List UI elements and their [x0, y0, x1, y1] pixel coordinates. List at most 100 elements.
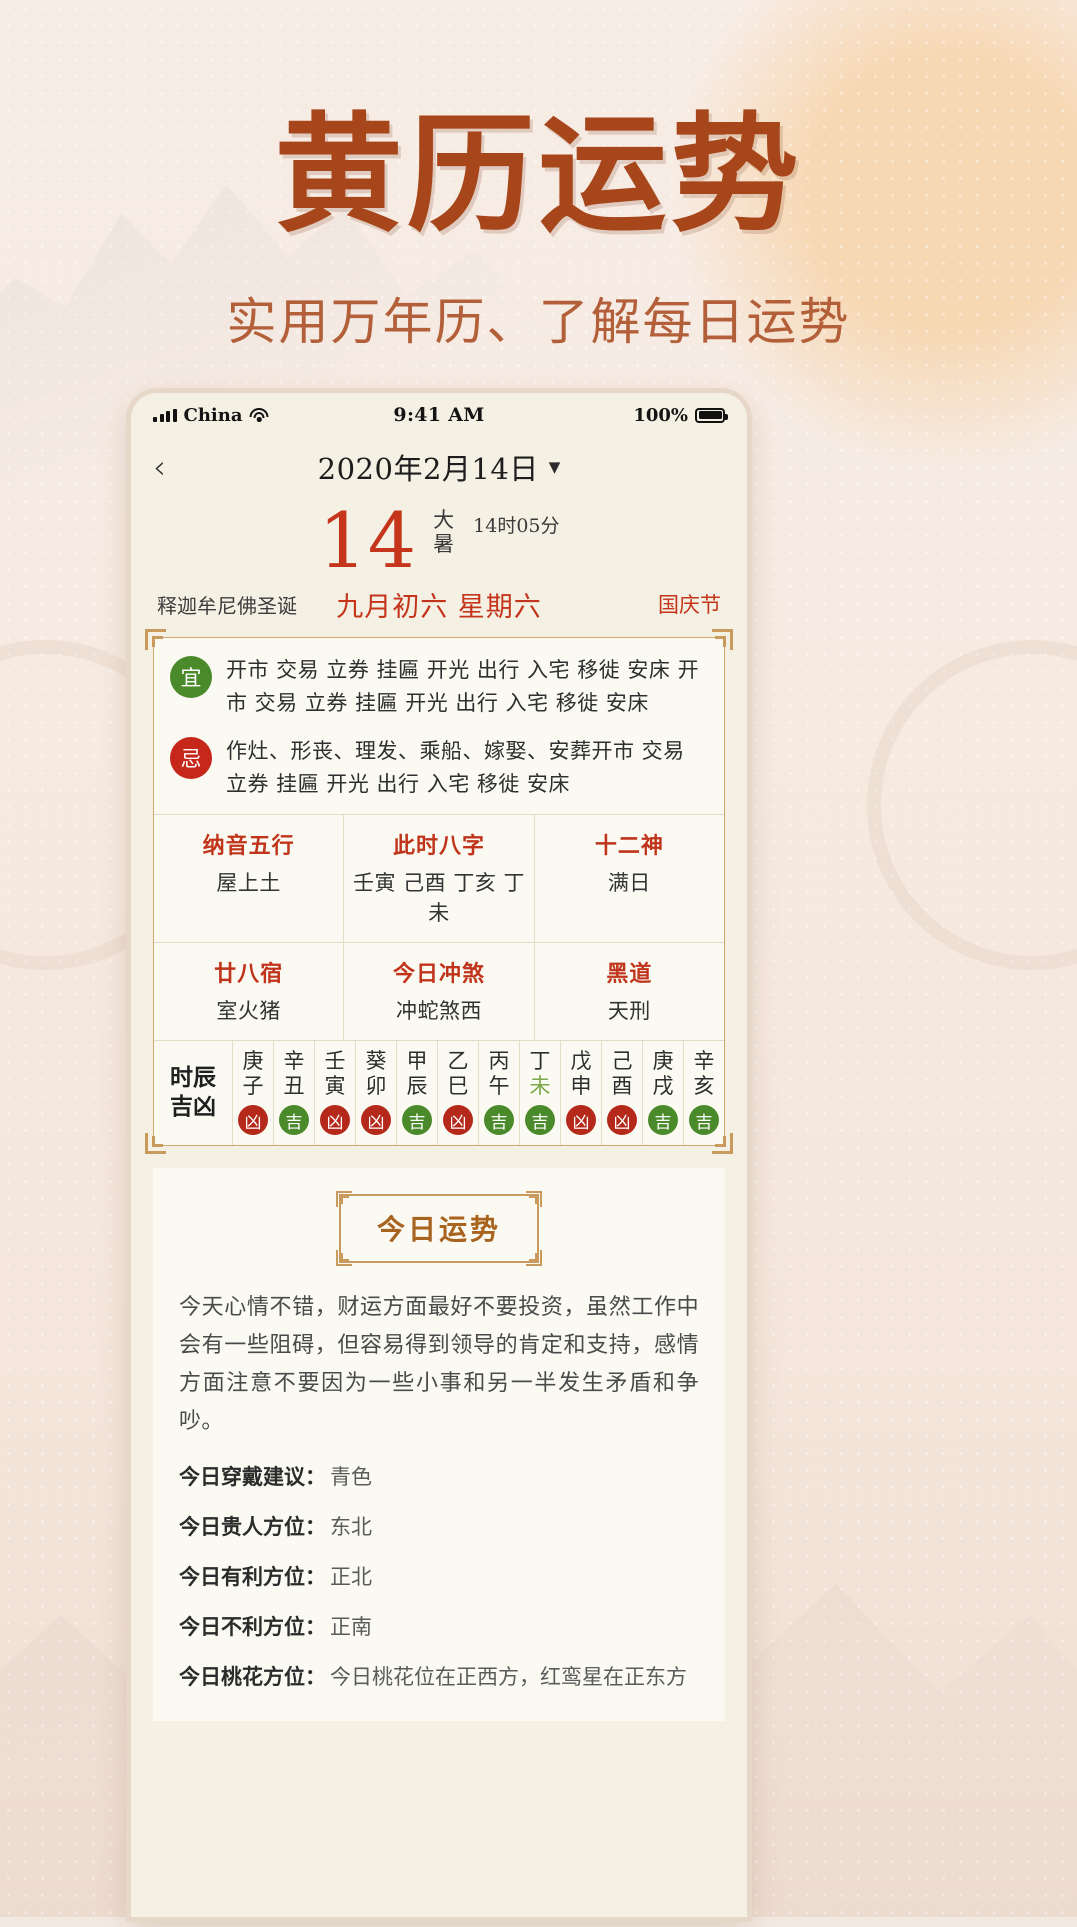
battery-icon [695, 407, 728, 423]
shichen-heavenly-stem: 丙 [488, 1049, 510, 1074]
fortune-advice-row: 今日贵人方位： 东北 [179, 1511, 699, 1541]
fortune-title-box: 今日运势 [336, 1191, 542, 1267]
shichen-heavenly-stem: 乙 [447, 1049, 469, 1074]
avoid-badge: 忌 [170, 737, 212, 780]
shichen-column[interactable]: 戊申凶 [560, 1041, 601, 1146]
wifi-icon [249, 408, 269, 422]
fortune-advice-label: 今日桃花方位： [179, 1663, 326, 1689]
chevron-down-icon[interactable]: ▼ [549, 458, 561, 476]
shichen-earthly-branch: 卯 [365, 1073, 387, 1098]
almanac-info-title: 今日冲煞 [392, 961, 485, 988]
almanac-info-row: 纳音五行 屋上土 此时八字 壬寅 己酉 丁亥 丁未 十二神 满日 [154, 815, 724, 943]
fortune-corner-top-right [526, 1191, 542, 1208]
status-bar-left: China [153, 405, 393, 426]
almanac-info-cell: 纳音五行 屋上土 [154, 815, 343, 942]
shichen-heavenly-stem: 辛 [283, 1049, 305, 1074]
date-block: 14 大 暑 14时05分 释迦牟尼佛圣诞 九月初六 星期六 国庆节 [131, 497, 747, 623]
fortune-advice-row: 今日穿戴建议： 青色 [179, 1461, 699, 1491]
shichen-heavenly-stem: 丁 [529, 1049, 551, 1074]
day-number: 14 [318, 496, 418, 585]
shichen-earthly-branch: 寅 [324, 1073, 346, 1098]
nav-bar: ‹ 2020年2月14日 ▼ [131, 437, 747, 497]
battery-percent-label: 100% [633, 404, 689, 426]
shichen-luck-badge: 吉 [525, 1105, 555, 1136]
almanac-info-cell: 廿八宿 室火猪 [154, 943, 343, 1040]
shichen-column[interactable]: 甲辰吉 [396, 1041, 437, 1146]
avoid-items: 作灶、形丧、理发、乘船、嫁娶、安葬开市 交易 立券 挂匾 开光 出行 入宅 移徙… [226, 739, 685, 796]
shichen-luck-badge: 吉 [484, 1105, 514, 1136]
almanac-info-title: 此时八字 [392, 833, 485, 860]
almanac-info-grid: 纳音五行 屋上土 此时八字 壬寅 己酉 丁亥 丁未 十二神 满日 廿八宿 室火猪 今日冲煞 冲蛇煞… [154, 814, 724, 1041]
date-title[interactable]: 2020年2月14日 [318, 446, 539, 488]
promo-title: 黄历运势 [274, 100, 803, 250]
shichen-column[interactable]: 乙巳凶 [437, 1041, 478, 1146]
fortune-advice-value: 正南 [330, 1614, 372, 1639]
fortune-advice-value: 今日桃花位在正西方，红鸾星在正东方 [330, 1664, 687, 1689]
shichen-earthly-branch: 子 [242, 1073, 264, 1098]
shichen-luck-badge: 凶 [443, 1105, 473, 1136]
shichen-earthly-branch: 未 [529, 1073, 551, 1098]
almanac-info-value: 壬寅 己酉 丁亥 丁未 [352, 871, 525, 926]
shichen-column[interactable]: 丁未吉 [519, 1041, 560, 1146]
fortune-advice-row: 今日有利方位： 正北 [179, 1561, 699, 1591]
fortune-corner-bottom-left [336, 1250, 352, 1267]
almanac-info-cell: 今日冲煞 冲蛇煞西 [343, 943, 533, 1041]
shichen-luck-badge: 吉 [279, 1105, 309, 1136]
shichen-earthly-branch: 戌 [652, 1073, 674, 1098]
almanac-info-value: 屋上土 [216, 871, 281, 896]
almanac-info-value: 冲蛇煞西 [395, 999, 482, 1024]
shichen-column[interactable]: 葵卯凶 [355, 1041, 396, 1146]
almanac-info-value: 天刑 [607, 999, 651, 1024]
shichen-column[interactable]: 辛亥吉 [683, 1041, 724, 1146]
shichen-column[interactable]: 壬寅凶 [314, 1041, 355, 1146]
fortune-advice-label: 今日贵人方位： [179, 1513, 326, 1539]
almanac-info-value: 室火猪 [216, 999, 281, 1024]
fortune-advice-label: 今日不利方位： [179, 1613, 326, 1639]
shichen-luck-badge: 凶 [361, 1105, 391, 1136]
solar-term-char2: 暑 [433, 531, 455, 556]
fortune-advice-value: 正北 [330, 1564, 372, 1589]
date-main-row: 14 大 暑 14时05分 [157, 503, 721, 579]
status-bar: China 9:41 AM 100% [131, 393, 747, 437]
shichen-column[interactable]: 辛丑吉 [273, 1041, 314, 1146]
suitable-row: 宜 开市 交易 立券 挂匾 开光 出行 入宅 移徙 安床 开市 交易 立券 挂匾… [154, 638, 724, 733]
solar-term-char1: 大 [433, 508, 455, 532]
fortune-title: 今日运势 [376, 1213, 501, 1247]
almanac-info-cell: 黑道 天刑 [533, 943, 724, 1041]
shichen-luck-badge: 凶 [566, 1105, 596, 1136]
almanac-info-cell: 此时八字壬寅 己酉 丁亥 丁未 [343, 815, 533, 943]
shichen-earthly-branch: 巳 [447, 1073, 469, 1098]
shichen-heavenly-stem: 甲 [406, 1049, 428, 1074]
shichen-column[interactable]: 庚戌吉 [642, 1041, 683, 1146]
daily-fortune-card: 今日运势 今天心情不错，财运方面最好不要投资，虽然工作中会有一些阻碍，但容易得到… [153, 1168, 725, 1721]
almanac-info-title: 十二神 [594, 833, 664, 860]
shichen-earthly-branch: 丑 [283, 1073, 305, 1098]
shichen-luck-badge: 凶 [320, 1105, 350, 1136]
almanac-info-row: 廿八宿 室火猪 今日冲煞 冲蛇煞西 黑道 天刑 [154, 942, 724, 1041]
suitable-badge: 宜 [170, 656, 212, 698]
shichen-earthly-branch: 酉 [611, 1073, 633, 1098]
shichen-columns: 庚子凶辛丑吉壬寅凶葵卯凶甲辰吉乙巳凶丙午吉丁未吉戊申凶己酉凶庚戌吉辛亥吉 [232, 1041, 724, 1146]
shichen-earthly-branch: 辰 [406, 1073, 428, 1098]
shichen-luck-badge: 吉 [648, 1105, 678, 1136]
almanac-info-title: 纳音五行 [202, 833, 295, 860]
shichen-earthly-branch: 亥 [693, 1073, 715, 1098]
status-bar-right: 100% [485, 404, 728, 426]
fortune-advice-label: 今日穿戴建议： [179, 1463, 326, 1489]
shichen-heavenly-stem: 葵 [365, 1049, 387, 1074]
almanac-info-cell: 十二神 满日 [533, 815, 724, 943]
shichen-column[interactable]: 庚子凶 [232, 1041, 273, 1146]
fortune-advice-row: 今日桃花方位： 今日桃花位在正西方，红鸾星在正东方 [179, 1661, 699, 1691]
phone-mockup: China 9:41 AM 100% ‹ 2020年2月14日 ▼ 14 大 暑… [131, 393, 747, 1917]
shichen-column[interactable]: 丙午吉 [478, 1041, 519, 1146]
shichen-heavenly-stem: 戊 [570, 1049, 592, 1074]
solar-term-label: 大 暑 [433, 508, 457, 556]
shichen-column[interactable]: 己酉凶 [601, 1041, 642, 1146]
solar-term-time: 14时05分 [473, 515, 560, 537]
fortune-corner-bottom-right [526, 1250, 542, 1267]
shichen-label-line1: 时辰 [170, 1064, 216, 1092]
back-button[interactable]: ‹ [153, 451, 166, 483]
fortune-advice-value: 青色 [330, 1464, 372, 1489]
shichen-heavenly-stem: 壬 [324, 1049, 346, 1074]
fortune-advice-row: 今日不利方位： 正南 [179, 1611, 699, 1641]
